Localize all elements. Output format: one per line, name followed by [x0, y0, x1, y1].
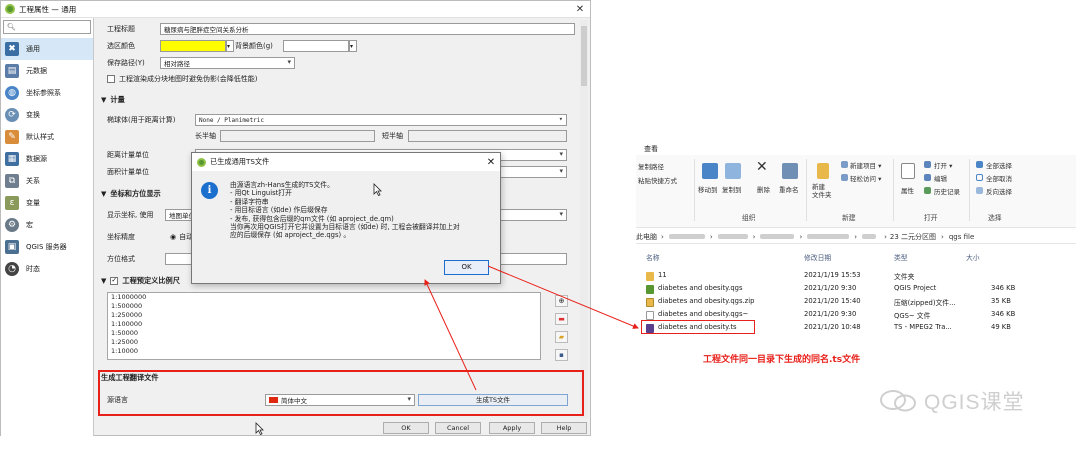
watermark-text: QGIS课堂	[924, 391, 1025, 414]
annotation-arrows	[424, 265, 639, 391]
arrow-to-ts-file	[487, 265, 639, 329]
arrow-to-dialog	[424, 279, 477, 391]
annotation-caption: 工程文件同一目录下生成的同名.ts文件	[703, 355, 861, 365]
watermark: QGIS课堂	[878, 386, 1025, 416]
wechat-icon	[878, 389, 918, 413]
